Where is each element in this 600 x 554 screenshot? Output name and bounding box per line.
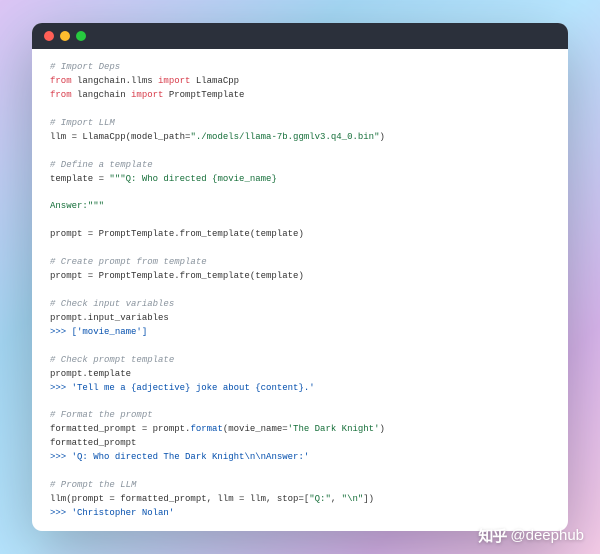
txt: formatted_prompt = prompt. xyxy=(50,424,190,434)
txt: LlamaCpp xyxy=(190,76,239,86)
repl: >>> xyxy=(50,508,72,518)
txt: llm(prompt = formatted_prompt, llm = llm… xyxy=(50,494,309,504)
minimize-icon[interactable] xyxy=(60,31,70,41)
txt: prompt.input_variables xyxy=(50,313,169,323)
comment: # Create prompt from template xyxy=(50,257,207,267)
zhihu-icon: 知乎 xyxy=(478,525,506,546)
str: Answer:""" xyxy=(50,201,104,211)
repl-out: 'Tell me a {adjective} joke about {conte… xyxy=(72,383,315,393)
close-icon[interactable] xyxy=(44,31,54,41)
txt: ]) xyxy=(363,494,374,504)
txt: llm = LlamaCpp(model_path= xyxy=(50,132,190,142)
watermark: 知乎 @deephub xyxy=(478,525,584,546)
repl: >>> xyxy=(50,327,72,337)
repl-out: 'Christopher Nolan' xyxy=(72,508,175,518)
str: "./models/llama-7b.ggmlv3.q4_0.bin" xyxy=(190,132,379,142)
repl: >>> xyxy=(50,383,72,393)
comment: # Check input variables xyxy=(50,299,174,309)
txt: template = xyxy=(50,174,109,184)
kw: import xyxy=(131,90,163,100)
txt: PromptTemplate xyxy=(163,90,244,100)
txt: (movie_name= xyxy=(223,424,288,434)
comment: # Import Deps xyxy=(50,62,120,72)
txt: langchain xyxy=(72,90,131,100)
repl-out: 'Q: Who directed The Dark Knight\n\nAnsw… xyxy=(72,452,310,462)
repl: >>> xyxy=(50,452,72,462)
txt: langchain.llms xyxy=(72,76,158,86)
txt: ) xyxy=(379,132,384,142)
comment: # Format the prompt xyxy=(50,410,153,420)
repl-out: ['movie_name'] xyxy=(72,327,148,337)
titlebar xyxy=(32,23,568,49)
txt: prompt = PromptTemplate.from_template(te… xyxy=(50,229,304,239)
txt: formatted_prompt xyxy=(50,438,136,448)
watermark-handle: @deephub xyxy=(510,527,584,544)
zoom-icon[interactable] xyxy=(76,31,86,41)
comment: # Check prompt template xyxy=(50,355,174,365)
comment: # Prompt the LLM xyxy=(50,480,136,490)
txt: prompt.template xyxy=(50,369,131,379)
kw: import xyxy=(158,76,190,86)
comment: # Import LLM xyxy=(50,118,115,128)
code-content: # Import Deps from langchain.llms import… xyxy=(32,49,568,531)
txt: , xyxy=(331,494,342,504)
kw: from xyxy=(50,76,72,86)
code-window: # Import Deps from langchain.llms import… xyxy=(32,23,568,531)
str: 'The Dark Knight' xyxy=(288,424,380,434)
str: """Q: Who directed {movie_name} xyxy=(109,174,276,184)
txt: ) xyxy=(379,424,384,434)
str: "Q:" xyxy=(309,494,331,504)
fn: format xyxy=(190,424,222,434)
kw: from xyxy=(50,90,72,100)
txt: prompt = PromptTemplate.from_template(te… xyxy=(50,271,304,281)
comment: # Define a template xyxy=(50,160,153,170)
str: "\n" xyxy=(342,494,364,504)
